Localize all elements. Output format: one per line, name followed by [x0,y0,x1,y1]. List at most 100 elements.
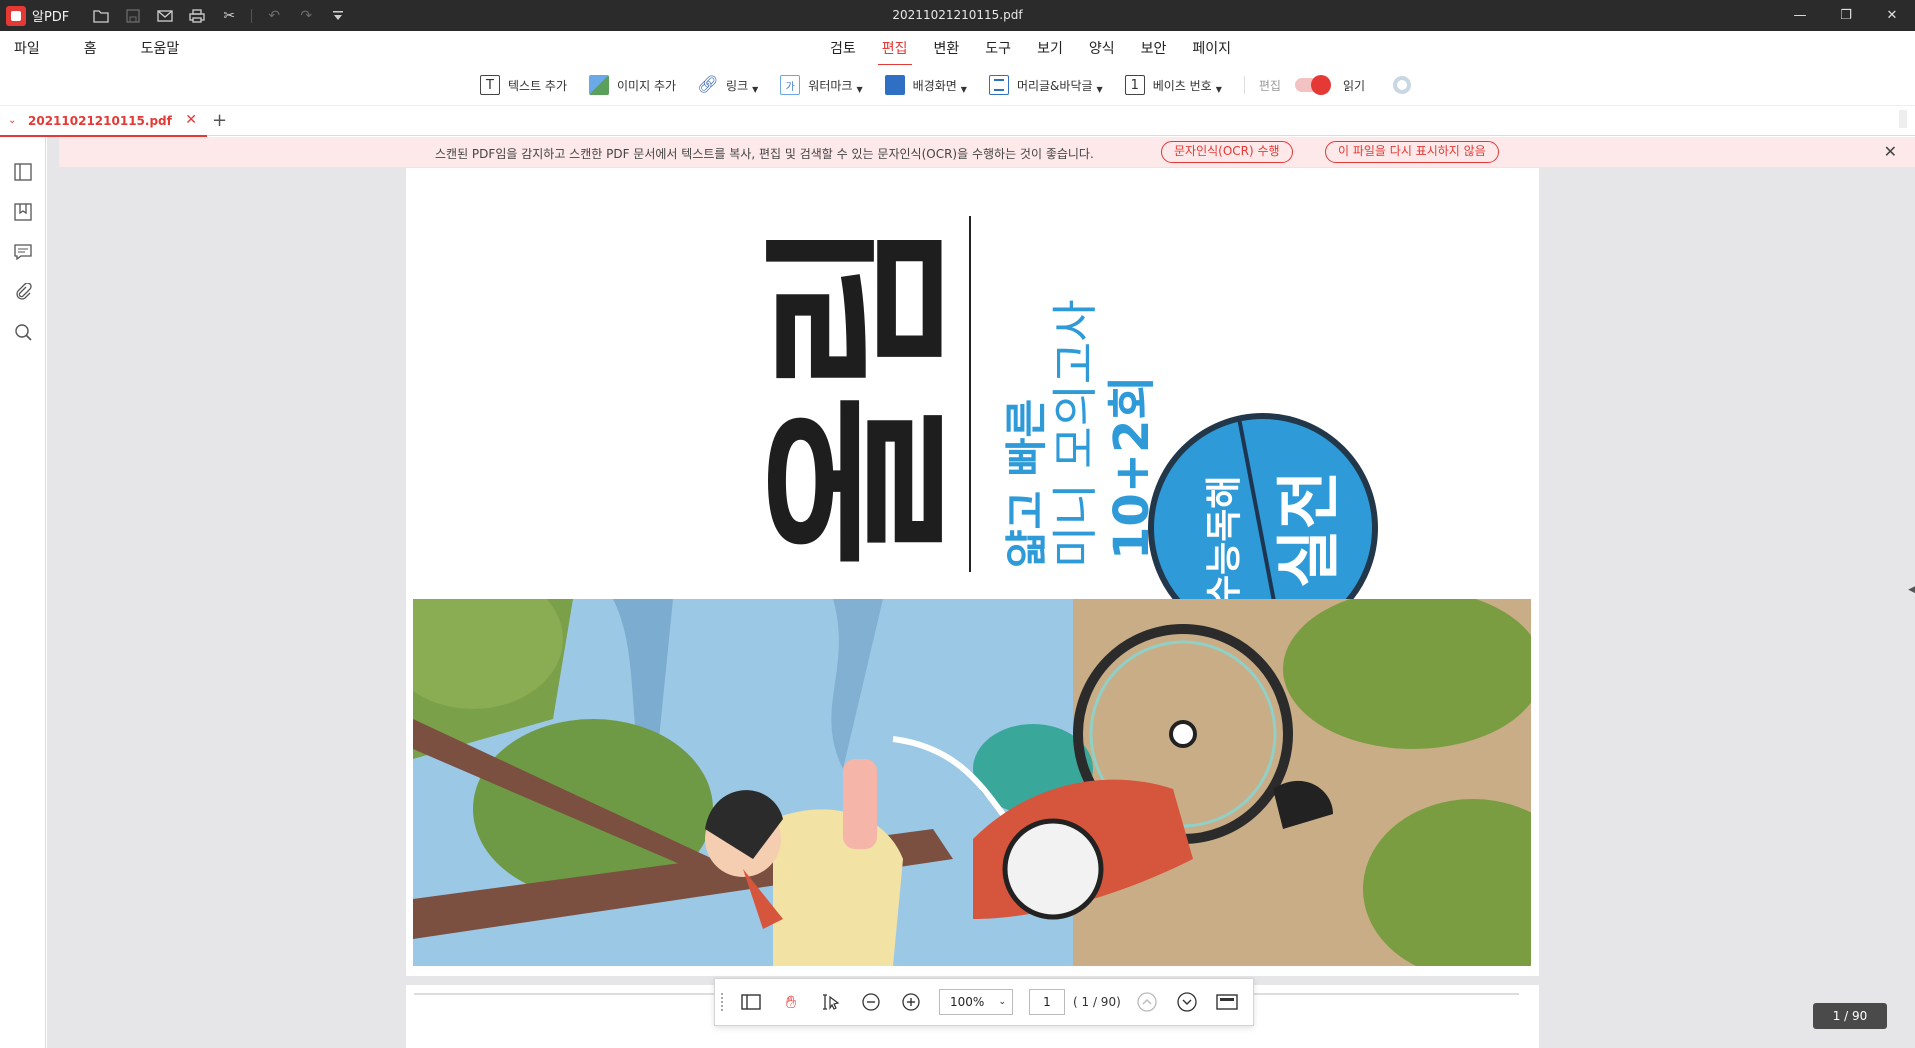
page-indicator-badge: 1 / 90 [1813,1003,1887,1029]
close-icon[interactable]: ✕ [1884,142,1897,161]
hand-tool-icon[interactable]: ✋︎ [771,987,811,1017]
zoom-in-icon[interactable] [891,987,931,1017]
document-view: 스캔된 PDF임을 감지하고 스캔한 PDF 문서에서 텍스트를 복사, 편집 … [47,137,1915,1048]
toolbar-divider [251,8,253,23]
add-text-button[interactable]: T 텍스트 추가 [480,75,567,95]
cover-line1: 얇고 빠른 [1002,399,1051,568]
tab-security[interactable]: 보안 [1141,38,1167,58]
watermark-icon: 가 [780,75,801,95]
pdf-page: 올림 얇고 빠른 미니 모의고사 10+2회 수능독해 실전 [406,168,1539,976]
chevron-down-icon: ▼ [960,84,967,94]
add-image-button[interactable]: 이미지 추가 [589,75,676,95]
cover-stamp: 수능독해 실전 [1148,413,1378,599]
search-icon[interactable] [12,321,34,343]
bookmark-icon[interactable] [12,201,34,223]
tab-tools[interactable]: 도구 [985,38,1011,58]
print-icon[interactable] [181,0,213,31]
cover-illustration [413,599,1531,966]
dont-show-again-button[interactable]: 이 파일을 다시 표시하지 않음 [1325,141,1499,163]
app-name: 알PDF [32,10,70,25]
tab-scroll-handle[interactable] [1899,110,1907,128]
tab-forms[interactable]: 양식 [1089,38,1115,58]
background-button[interactable]: 배경화면 ▼ [884,75,967,95]
minimize-button[interactable]: — [1777,0,1823,31]
link-button[interactable]: 🔗︎ 링크 ▼ [697,75,759,95]
stamp-bottom-text: 실전 [1273,470,1347,588]
background-label: 배경화면 [912,78,957,93]
settings-gear-icon[interactable] [1393,76,1412,94]
menu-home[interactable]: 홈 [84,38,97,58]
title-bar: 알PDF ✂ ↶ ↷ 20211021210115.pdf — ❐ ✕ [0,0,1915,31]
alpdf-logo-icon [6,5,26,26]
zoom-out-icon[interactable] [851,987,891,1017]
app-logo: 알PDF [0,0,69,31]
menu-bar: 파일 홈 도움말 검토 편집 변환 도구 보기 양식 보안 페이지 [0,31,1915,66]
image-icon [589,75,610,95]
redo-icon[interactable]: ↷ [290,0,322,31]
ocr-notice-text: 스캔된 PDF임을 감지하고 스캔한 PDF 문서에서 텍스트를 복사, 편집 … [435,147,1094,161]
menu-help[interactable]: 도움말 [141,38,180,58]
watermark-button[interactable]: 가 워터마크 ▼ [780,75,863,95]
page-total: ( 1 / 90) [1073,995,1121,1009]
zoom-select[interactable]: 100% ⌄ [939,989,1013,1015]
link-icon: 🔗︎ [697,75,719,95]
zoom-value: 100% [950,995,985,1009]
cover-line2: 미니 모의고사 [1048,299,1102,568]
mail-icon[interactable] [149,0,181,31]
expand-right-panel-icon[interactable]: ◀ [1908,585,1915,595]
tab-page[interactable]: 페이지 [1192,38,1231,58]
bates-number-label: 베이츠 번호 [1152,78,1212,93]
thumbnails-panel-icon[interactable] [12,161,34,183]
close-button[interactable]: ✕ [1869,0,1915,31]
undo-icon[interactable]: ↶ [258,0,290,31]
drag-handle[interactable] [721,993,731,1011]
background-icon [884,75,905,95]
fit-page-icon[interactable] [1207,987,1247,1017]
chevron-down-icon: ▼ [752,84,759,94]
run-ocr-button[interactable]: 문자인식(OCR) 수행 [1161,141,1293,163]
page-number-input[interactable]: 1 [1029,989,1065,1015]
toolbar-divider [1243,76,1245,94]
tab-review[interactable]: 검토 [830,38,856,58]
header-footer-button[interactable]: 머리글&바닥글 ▼ [988,75,1103,95]
next-page-icon[interactable] [1167,987,1207,1017]
tab-edit[interactable]: 편집 [877,38,912,66]
floating-navigation-bar: ✋︎ 100% ⌄ 1 ( 1 / 90) [714,978,1254,1026]
panel-toggle-icon[interactable] [731,987,771,1017]
header-footer-icon [988,75,1009,95]
text-box-icon: T [480,75,500,95]
comment-icon[interactable] [12,241,34,263]
tab-view[interactable]: 보기 [1037,38,1063,58]
ocr-notice-bar: 스캔된 PDF임을 감지하고 스캔한 PDF 문서에서 텍스트를 복사, 편집 … [59,137,1915,167]
tab-convert[interactable]: 변환 [934,38,960,58]
edit-toolbar: T 텍스트 추가 이미지 추가 🔗︎ 링크 ▼ 가 워터마크 ▼ 배경화면 ▼ … [0,65,1915,105]
stamp-top-text: 수능독해 [1204,476,1245,599]
read-mode-label: 읽기 [1342,78,1366,93]
select-text-icon[interactable] [811,987,851,1017]
edit-read-toggle[interactable] [1294,75,1331,95]
link-label: 링크 [726,78,749,93]
document-tab[interactable]: ⌄ 20211021210115.pdf ✕ [0,106,207,137]
chevron-down-icon[interactable]: ⌄ [8,115,22,126]
open-folder-icon[interactable] [85,0,117,31]
chevron-down-icon: ▼ [1096,84,1103,94]
document-tab-title: 20211021210115.pdf [28,113,172,128]
chevron-down-icon: ⌄ [998,997,1006,1007]
new-tab-icon[interactable]: + [212,110,227,131]
close-tab-icon[interactable]: ✕ [185,112,197,128]
quick-access-dropdown-icon[interactable] [322,0,354,31]
restore-button[interactable]: ❐ [1823,0,1869,31]
scissors-icon[interactable]: ✂ [213,0,245,31]
header-footer-label: 머리글&바닥글 [1016,78,1093,93]
bates-number-icon: 1 [1124,75,1145,95]
cover-brand: 올림 [750,218,971,568]
add-text-label: 텍스트 추가 [508,78,568,93]
previous-page-icon[interactable] [1127,987,1167,1017]
attachment-icon[interactable] [12,281,34,303]
chevron-down-icon: ▼ [1215,84,1222,94]
save-icon[interactable] [117,0,149,31]
add-image-label: 이미지 추가 [617,78,677,93]
document-tab-bar: ⌄ 20211021210115.pdf ✕ + [0,105,1915,137]
bates-number-button[interactable]: 1 베이츠 번호 ▼ [1124,75,1222,95]
menu-file[interactable]: 파일 [14,38,40,58]
